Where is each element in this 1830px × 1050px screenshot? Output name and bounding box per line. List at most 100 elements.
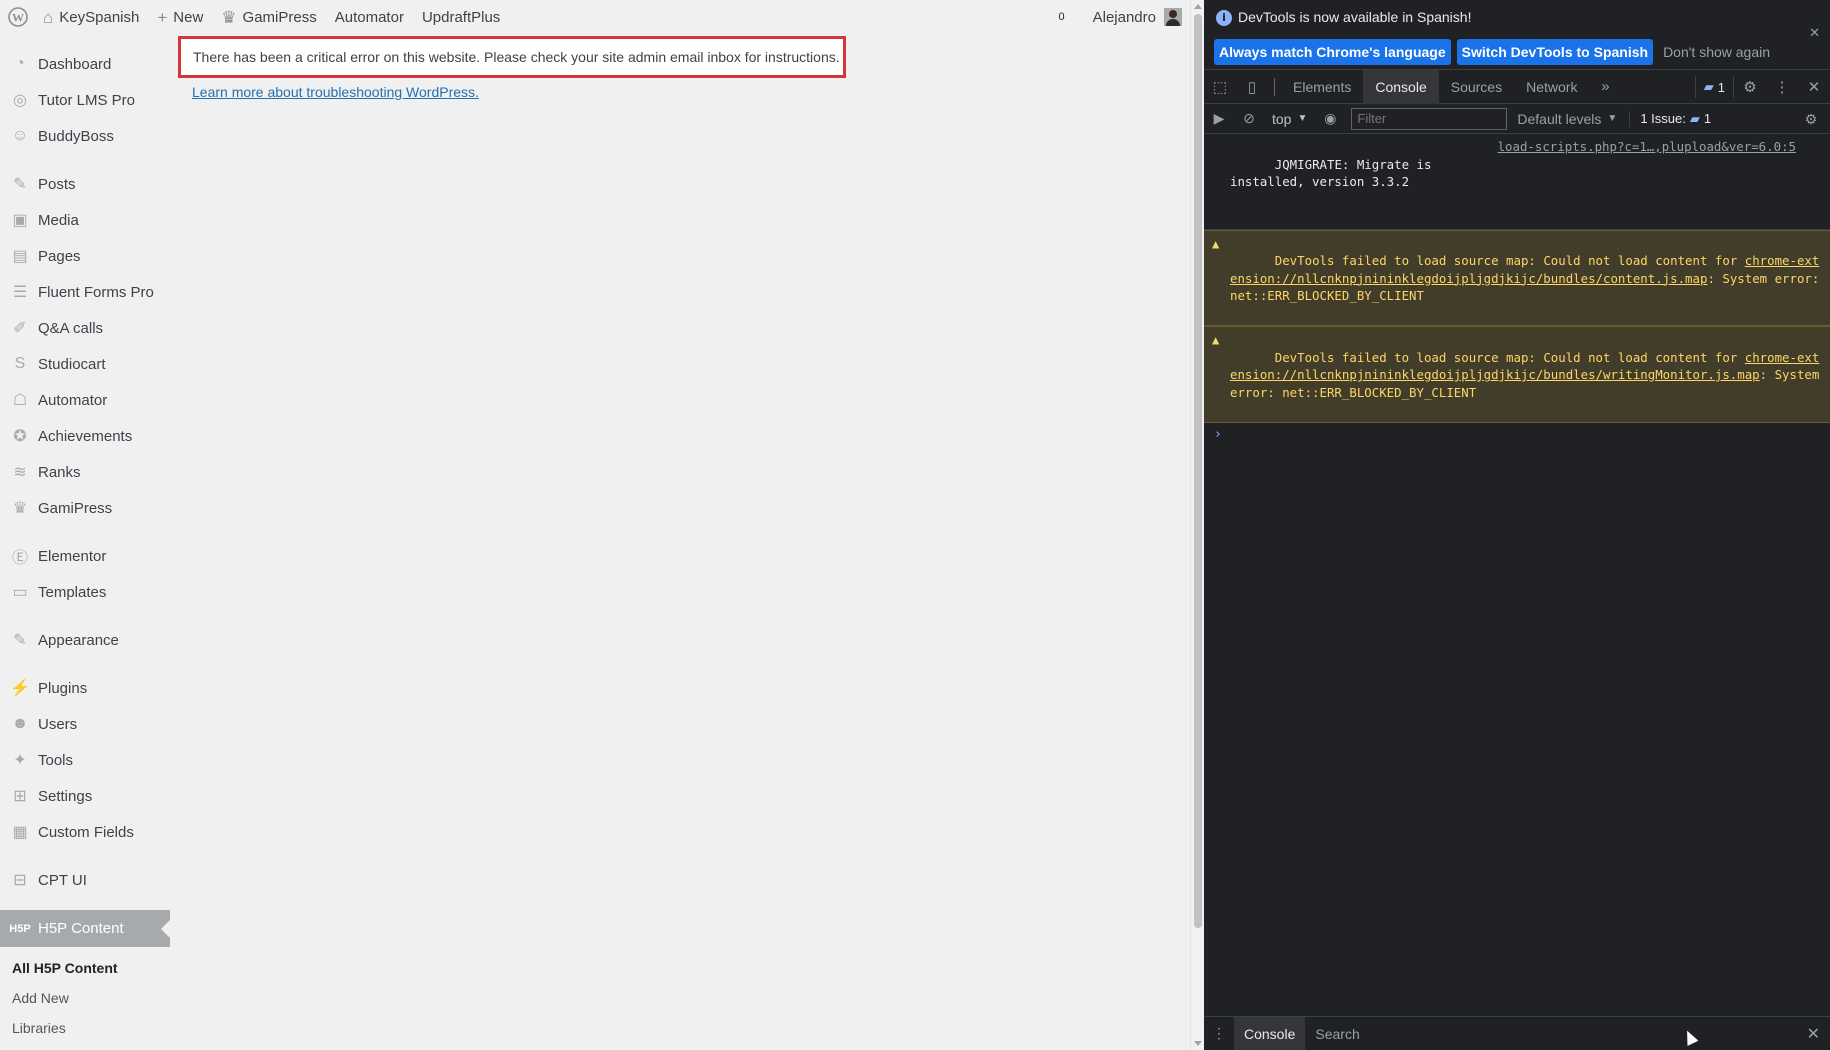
submenu-libraries[interactable]: Libraries: [0, 1013, 170, 1043]
troubleshooting-link[interactable]: Learn more about troubleshooting WordPre…: [192, 84, 479, 100]
drawer-menu-icon[interactable]: ⋮: [1204, 1025, 1234, 1042]
new-content-menu[interactable]: + New: [148, 0, 212, 34]
sidebar-item-elementor[interactable]: Ⓔ Elementor: [0, 538, 170, 574]
sidebar-item-appearance[interactable]: ✎ Appearance: [0, 622, 170, 658]
notification-count[interactable]: 0: [1054, 9, 1070, 25]
sidebar-item-label: Dashboard: [38, 55, 112, 73]
submenu-all-h5p-content[interactable]: All H5P Content: [0, 953, 170, 983]
sidebar-item-cpt-ui[interactable]: ⊟ CPT UI: [0, 862, 170, 898]
wordpress-logo-icon[interactable]: W: [0, 0, 34, 34]
sidebar-item-pages[interactable]: ▤ Pages: [0, 238, 170, 274]
robot-icon: ☖: [12, 392, 28, 409]
log-source-link[interactable]: load-scripts.php?c=1…,plupload&ver=6.0:5: [1498, 138, 1796, 156]
console-settings-gear-icon[interactable]: ⚙: [1796, 104, 1826, 134]
sidebar-item-media[interactable]: ▣ Media: [0, 202, 170, 238]
site-name: KeySpanish: [59, 8, 140, 26]
page-scrollbar[interactable]: [1190, 0, 1204, 1050]
sidebar-item-dashboard[interactable]: ◔ Dashboard: [0, 46, 170, 82]
plus-icon: +: [157, 7, 168, 27]
inspect-element-icon[interactable]: ⬚: [1204, 70, 1236, 104]
dropdown-arrow-icon: ▼: [1607, 113, 1618, 124]
wrench-icon: ✦: [13, 752, 27, 769]
sidebar-item-plugins[interactable]: ⚡ Plugins: [0, 670, 170, 706]
kebab-menu-icon[interactable]: ⋮: [1766, 70, 1798, 104]
sidebar-toggle-icon[interactable]: ▶: [1204, 104, 1234, 134]
sidebar-item-posts[interactable]: ✎ Posts: [0, 166, 170, 202]
console-prompt[interactable]: ›: [1204, 423, 1830, 447]
user-icon: ☻: [11, 715, 29, 732]
user-name: Alejandro: [1092, 8, 1156, 26]
sidebar-item-ranks[interactable]: ≋ Ranks: [0, 454, 170, 490]
gamipress-menu[interactable]: ♛ GamiPress: [212, 0, 325, 34]
sidebar-item-gamipress[interactable]: ♛ GamiPress: [0, 490, 170, 526]
issues-label: 1 Issue:: [1640, 111, 1686, 126]
sidebar-item-tutor-lms-pro[interactable]: ◎ Tutor LMS Pro: [0, 82, 170, 118]
tab-network[interactable]: Network: [1514, 70, 1589, 104]
switch-language-button[interactable]: Switch DevTools to Spanish: [1456, 39, 1654, 65]
close-drawer-icon[interactable]: ✕: [1807, 1024, 1820, 1044]
filter-input[interactable]: [1351, 107, 1508, 130]
dont-show-again-button[interactable]: Don't show again: [1659, 39, 1775, 65]
sidebar-item-studiocart[interactable]: S Studiocart: [0, 346, 170, 382]
device-toolbar-icon[interactable]: ▯: [1236, 70, 1268, 104]
sidebar-item-label: Elementor: [38, 547, 107, 565]
sidebar-item-tools[interactable]: ✦ Tools: [0, 742, 170, 778]
sidebar-item-h5p-content[interactable]: H5P H5P Content: [0, 910, 170, 947]
sidebar-item-label: Automator: [38, 391, 108, 409]
submenu-add-new[interactable]: Add New: [0, 983, 170, 1013]
sidebar-item-automator[interactable]: ☖ Automator: [0, 382, 170, 418]
scrollbar-thumb[interactable]: [1194, 14, 1202, 928]
scroll-down-arrow-icon[interactable]: [1194, 1041, 1202, 1046]
warning-text: DevTools failed to load source map: Coul…: [1274, 349, 1745, 365]
messages-badge[interactable]: ▰ 1: [1694, 76, 1734, 98]
sidebar-item-label: Q&A calls: [38, 319, 104, 337]
sidebar-item-achievements[interactable]: ✪ Achievements: [0, 418, 170, 454]
plug-icon: ⚡: [10, 680, 30, 697]
sidebar-item-q-a-calls[interactable]: ✐ Q&A calls: [0, 310, 170, 346]
menu-separator: [0, 154, 170, 166]
sidebar-item-label: Appearance: [38, 631, 119, 649]
divider: [1274, 77, 1275, 96]
devtools-panel: i DevTools is now available in Spanish! …: [1204, 0, 1830, 1050]
sidebar-item-label: Achievements: [38, 427, 133, 445]
sidebar-item-buddyboss[interactable]: ☺ BuddyBoss: [0, 118, 170, 154]
match-language-button[interactable]: Always match Chrome's language: [1214, 39, 1451, 65]
context-selector[interactable]: top ▼: [1264, 111, 1315, 127]
updraftplus-menu[interactable]: UpdraftPlus: [413, 0, 509, 34]
drawer-tab-console[interactable]: Console: [1234, 1016, 1306, 1050]
message-icon: ▰: [1703, 79, 1714, 94]
error-message: There has been a critical error on this …: [193, 49, 840, 65]
console-toolbar: ▶ ⊘ top ▼ ◉ Default levels ▼ 1 Issue: ▰ …: [1204, 104, 1830, 134]
clear-console-icon[interactable]: ⊘: [1234, 104, 1264, 134]
language-infobar: i DevTools is now available in Spanish! …: [1204, 0, 1830, 70]
live-expression-eye-icon[interactable]: ◉: [1315, 104, 1345, 134]
site-name-link[interactable]: ⌂ KeySpanish: [34, 0, 148, 34]
settings-gear-icon[interactable]: ⚙: [1734, 70, 1766, 104]
sidebar-item-custom-fields[interactable]: ▦ Custom Fields: [0, 814, 170, 850]
automator-menu[interactable]: Automator: [326, 0, 413, 34]
more-tabs-icon[interactable]: »: [1589, 70, 1621, 104]
close-infobar-icon[interactable]: ✕: [1809, 26, 1820, 41]
tab-elements[interactable]: Elements: [1281, 70, 1363, 104]
menu-separator: [0, 526, 170, 538]
brush-icon: ✎: [13, 632, 27, 649]
user-account-menu[interactable]: Alejandro: [1084, 0, 1192, 34]
close-devtools-icon[interactable]: ✕: [1798, 70, 1830, 104]
sidebar-item-settings[interactable]: ⊞ Settings: [0, 778, 170, 814]
sidebar-item-label: Tools: [38, 751, 74, 769]
console-warning-entry: ▲ DevTools failed to load source map: Cou…: [1204, 326, 1830, 423]
sidebar-item-templates[interactable]: ▭ Templates: [0, 574, 170, 610]
sidebar-item-label: Ranks: [38, 463, 81, 481]
tab-sources[interactable]: Sources: [1439, 70, 1514, 104]
scroll-up-arrow-icon[interactable]: [1194, 4, 1202, 9]
log-levels-dropdown[interactable]: Default levels ▼: [1517, 111, 1617, 127]
sidebar-item-label: Posts: [38, 175, 76, 193]
admin-bar: W ⌂ KeySpanish + New ♛ GamiPress Automat…: [0, 0, 1192, 34]
drawer-tab-search[interactable]: Search: [1305, 1017, 1369, 1050]
sidebar-item-fluent-forms-pro[interactable]: ☰ Fluent Forms Pro: [0, 274, 170, 310]
sidebar-item-users[interactable]: ☻ Users: [0, 706, 170, 742]
tab-console[interactable]: Console: [1363, 69, 1439, 104]
context-value: top: [1272, 110, 1292, 127]
issues-counter[interactable]: 1 Issue: ▰ 1: [1629, 110, 1711, 127]
studiocart-icon: S: [14, 355, 26, 372]
